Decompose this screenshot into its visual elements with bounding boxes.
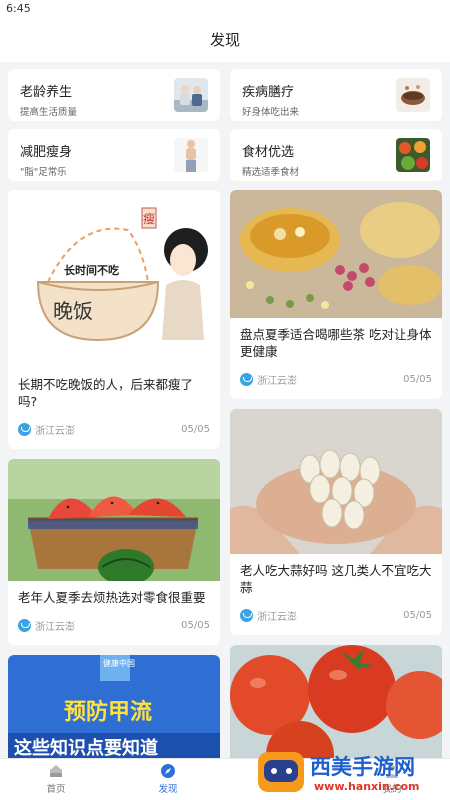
- article-card-tomato[interactable]: [230, 645, 442, 758]
- article-source: 浙江云澎: [257, 376, 297, 387]
- category-elderly-care[interactable]: 老龄养生 提高生活质量: [8, 69, 220, 121]
- article-source: 浙江云澎: [35, 426, 75, 437]
- elderly-couple-thumbnail: [174, 78, 208, 112]
- poster-headline-text: 预防甲流: [64, 699, 152, 725]
- status-bar: 6:45: [0, 0, 450, 18]
- no-dinner-illustration: 晚饭 长时间不吃 瘦: [8, 190, 220, 368]
- slim-figure-thumbnail: [174, 138, 208, 172]
- watermark-url-text: www.hanxin.com: [314, 780, 419, 793]
- article-source: 浙江云澎: [257, 612, 297, 623]
- article-card-garlic[interactable]: 老人吃大蒜好吗 这几类人不宜吃大蒜 浙江云澎 05/05: [230, 409, 442, 635]
- flower-tea-photo: [230, 190, 442, 318]
- category-grid: 老龄养生 提高生活质量 疾病膳疗 好身体吃出来 减肥瘦身 "脂"足常乐 食材优选…: [8, 69, 442, 181]
- article-feed: 晚饭 长时间不吃 瘦 长期不吃晚饭的人，后来都瘦了吗? 浙江云澎 05/05 老…: [8, 190, 442, 758]
- compass-icon: [161, 764, 175, 778]
- illustration-caption-text: 长时间不吃: [64, 263, 119, 277]
- category-ingredients[interactable]: 食材优选 精选适季食材: [230, 129, 442, 181]
- illustration-dinner-text: 晚饭: [53, 299, 93, 323]
- article-card-flu[interactable]: 健康中国 预防甲流 这些知识点要知道: [8, 655, 220, 758]
- tab-discover[interactable]: 发现: [112, 759, 224, 800]
- page-title: 发现: [209, 31, 240, 49]
- category-diet-therapy[interactable]: 疾病膳疗 好身体吃出来: [230, 69, 442, 121]
- article-title: 老人吃大蒜好吗 这几类人不宜吃大蒜: [240, 563, 432, 595]
- article-source: 浙江云澎: [35, 622, 75, 633]
- status-time: 6:45: [6, 2, 31, 15]
- site-watermark: 西美手游网 www.hanxin.com: [256, 746, 446, 796]
- article-title: 盘点夏季适合喝哪些茶 吃对让身体更健康: [240, 327, 432, 359]
- article-date: 05/05: [403, 374, 432, 385]
- tomatoes-photo: [230, 645, 442, 758]
- garlic-hands-photo: [230, 409, 442, 554]
- source-logo-icon: [18, 423, 31, 436]
- article-meta: 浙江云澎 05/05: [230, 360, 442, 399]
- article-date: 05/05: [181, 620, 210, 631]
- watermelon-basket-photo: [8, 459, 220, 581]
- flu-prevention-poster: 健康中国 预防甲流 这些知识点要知道: [8, 655, 220, 758]
- tab-home[interactable]: 首页: [0, 759, 112, 800]
- category-weight-loss[interactable]: 减肥瘦身 "脂"足常乐: [8, 129, 220, 181]
- vegetables-thumbnail: [396, 138, 430, 172]
- poster-subheadline-text: 这些知识点要知道: [14, 737, 158, 758]
- article-meta: 浙江云澎 05/05: [230, 596, 442, 635]
- article-meta: 浙江云澎 05/05: [8, 410, 220, 449]
- article-card-dinner[interactable]: 晚饭 长时间不吃 瘦 长期不吃晚饭的人，后来都瘦了吗? 浙江云澎 05/05: [8, 190, 220, 449]
- article-meta: 浙江云澎 05/05: [8, 606, 220, 645]
- watermark-brand-text: 西美手游网: [310, 755, 415, 779]
- page-header: 发现: [0, 18, 450, 62]
- source-logo-icon: [240, 373, 253, 386]
- article-card-tea[interactable]: 盘点夏季适合喝哪些茶 吃对让身体更健康 浙江云澎 05/05: [230, 190, 442, 399]
- feed-column-right: 盘点夏季适合喝哪些茶 吃对让身体更健康 浙江云澎 05/05 老人吃大蒜好吗 这…: [230, 190, 442, 758]
- source-logo-icon: [240, 609, 253, 622]
- article-date: 05/05: [403, 610, 432, 621]
- home-icon: [50, 765, 62, 777]
- poster-health-china-text: 健康中国: [103, 658, 135, 668]
- article-title: 老年人夏季去烦热选对零食很重要: [18, 590, 206, 605]
- article-date: 05/05: [181, 424, 210, 435]
- feed-column-left: 晚饭 长时间不吃 瘦 长期不吃晚饭的人，后来都瘦了吗? 浙江云澎 05/05 老…: [8, 190, 220, 758]
- tab-home-label: 首页: [46, 784, 66, 795]
- article-card-summer-snacks[interactable]: 老年人夏季去烦热选对零食很重要 浙江云澎 05/05: [8, 459, 220, 645]
- herbal-bowl-thumbnail: [396, 78, 430, 112]
- tab-discover-label: 发现: [158, 784, 178, 795]
- illustration-thin-sign: 瘦: [143, 211, 155, 226]
- source-logo-icon: [18, 619, 31, 632]
- article-title: 长期不吃晚饭的人，后来都瘦了吗?: [18, 377, 194, 409]
